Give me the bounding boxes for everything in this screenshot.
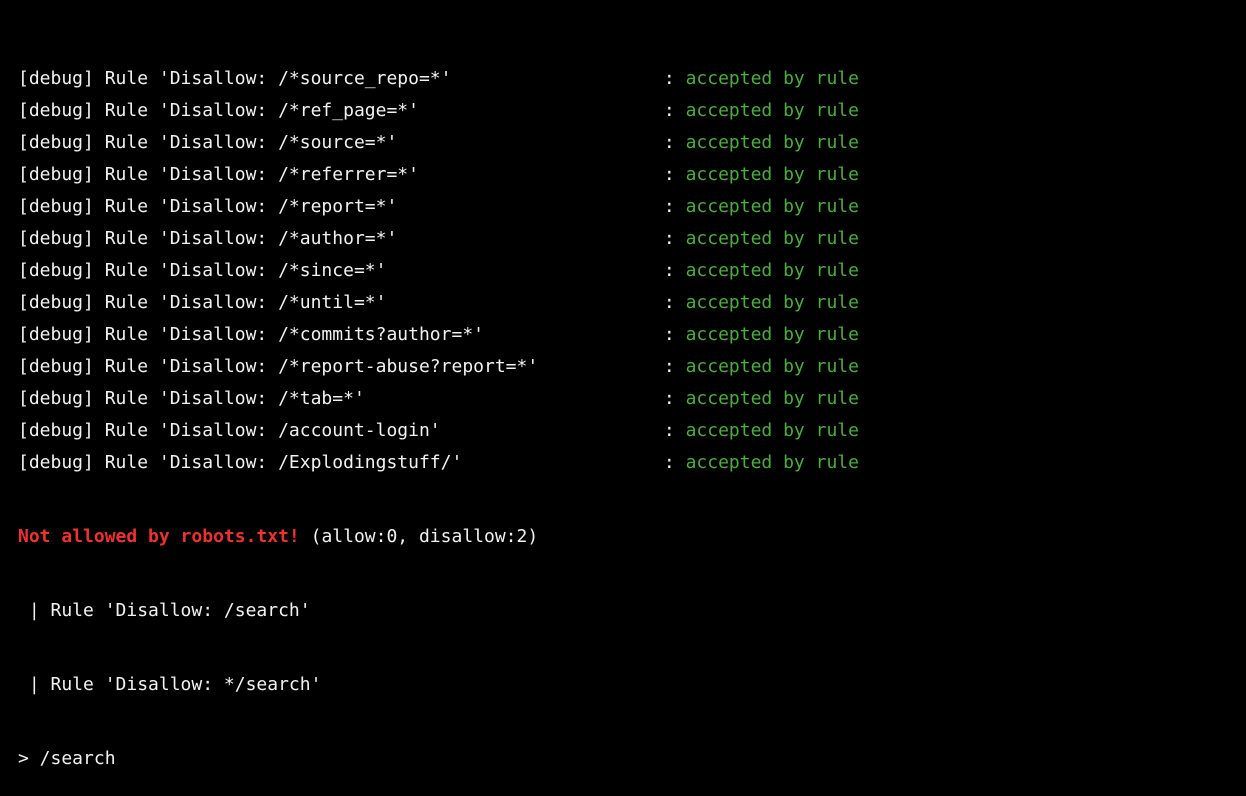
rule-text: [debug] Rule 'Disallow: /*until=*' (18, 292, 387, 313)
debug-line: [debug] Rule 'Disallow: /*report=*': acc… (18, 191, 1246, 223)
separator: : (663, 292, 686, 313)
rule-text: [debug] Rule 'Disallow: /*since=*' (18, 260, 387, 281)
separator: : (663, 260, 686, 281)
rule-text: [debug] Rule 'Disallow: /account-login' (18, 420, 441, 441)
separator: : (663, 324, 686, 345)
rule-text: [debug] Rule 'Disallow: /*source_repo=*' (18, 68, 452, 89)
status-text: accepted by rule (685, 356, 859, 377)
status-text: accepted by rule (685, 132, 859, 153)
separator: : (663, 388, 686, 409)
result-line: Not allowed by robots.txt! (allow:0, dis… (18, 521, 1246, 553)
debug-line: [debug] Rule 'Disallow: /*source=*': acc… (18, 127, 1246, 159)
separator: : (663, 420, 686, 441)
status-text: accepted by rule (685, 388, 859, 409)
error-message: Not allowed by robots.txt! (18, 526, 300, 547)
rule-text: [debug] Rule 'Disallow: /*ref_page=*' (18, 100, 419, 121)
rule-text: [debug] Rule 'Disallow: /*report=*' (18, 196, 398, 217)
status-text: accepted by rule (685, 452, 859, 473)
debug-line: [debug] Rule 'Disallow: /*ref_page=*': a… (18, 95, 1246, 127)
status-text: accepted by rule (685, 228, 859, 249)
rule-counts: (allow:0, disallow:2) (299, 526, 539, 547)
matched-rule: | Rule 'Disallow: /search' (18, 600, 311, 621)
separator: : (663, 68, 686, 89)
debug-line: [debug] Rule 'Disallow: /*tab=*': accept… (18, 383, 1246, 415)
separator: : (663, 100, 686, 121)
status-text: accepted by rule (685, 100, 859, 121)
status-text: accepted by rule (685, 68, 859, 89)
debug-lines: [debug] Rule 'Disallow: /*source_repo=*'… (18, 63, 1246, 479)
terminal-output: [debug] Rule 'Disallow: /*source_repo=*'… (0, 0, 1246, 796)
matched-rule: | Rule 'Disallow: */search' (18, 674, 322, 695)
status-text: accepted by rule (685, 164, 859, 185)
status-text: accepted by rule (685, 260, 859, 281)
status-text: accepted by rule (685, 420, 859, 441)
debug-line: [debug] Rule 'Disallow: /*author=*': acc… (18, 223, 1246, 255)
debug-line: [debug] Rule 'Disallow: /*referrer=*': a… (18, 159, 1246, 191)
rule-text: [debug] Rule 'Disallow: /*referrer=*' (18, 164, 419, 185)
separator: : (663, 356, 686, 377)
separator: : (663, 228, 686, 249)
rule-text: [debug] Rule 'Disallow: /*source=*' (18, 132, 398, 153)
separator: : (663, 132, 686, 153)
status-text: accepted by rule (685, 196, 859, 217)
debug-line: [debug] Rule 'Disallow: /*commits?author… (18, 319, 1246, 351)
separator: : (663, 196, 686, 217)
debug-line: [debug] Rule 'Disallow: /account-login':… (18, 415, 1246, 447)
rule-text: [debug] Rule 'Disallow: /*tab=*' (18, 388, 365, 409)
rule-text: [debug] Rule 'Disallow: /*commits?author… (18, 324, 484, 345)
debug-line: [debug] Rule 'Disallow: /*until=*': acce… (18, 287, 1246, 319)
separator: : (663, 452, 686, 473)
rule-text: [debug] Rule 'Disallow: /*author=*' (18, 228, 398, 249)
debug-line: [debug] Rule 'Disallow: /*source_repo=*'… (18, 63, 1246, 95)
debug-line: [debug] Rule 'Disallow: /*report-abuse?r… (18, 351, 1246, 383)
rule-text: [debug] Rule 'Disallow: /Explodingstuff/… (18, 452, 463, 473)
status-text: accepted by rule (685, 324, 859, 345)
status-text: accepted by rule (685, 292, 859, 313)
separator: : (663, 164, 686, 185)
debug-line: [debug] Rule 'Disallow: /*since=*': acce… (18, 255, 1246, 287)
command-prompt[interactable]: > /search (18, 743, 1246, 775)
rule-text: [debug] Rule 'Disallow: /*report-abuse?r… (18, 356, 539, 377)
debug-line: [debug] Rule 'Disallow: /Explodingstuff/… (18, 447, 1246, 479)
